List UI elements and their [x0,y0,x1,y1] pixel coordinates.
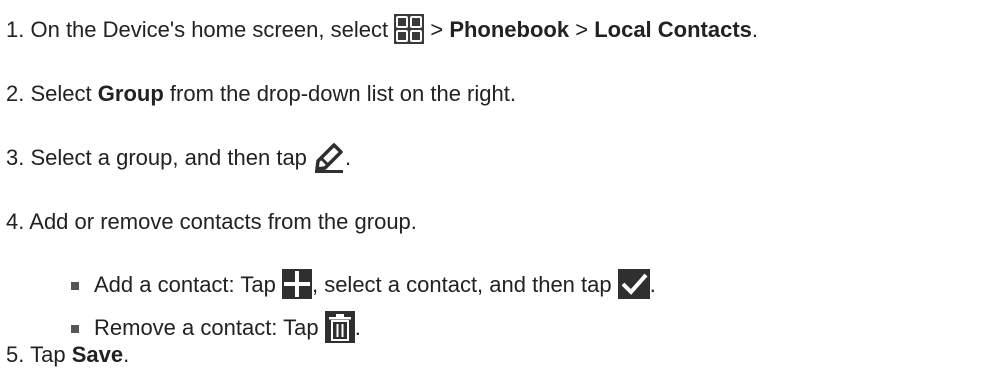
bullet-marker [71,282,79,290]
step-4: 4. Add or remove contacts from the group… [6,207,417,237]
bullet-marker [71,325,79,333]
step-text: Add or remove contacts from the group. [29,209,417,234]
period: . [354,315,361,340]
bullet-text: , select a contact, and then tap [311,272,612,297]
step-number: 4. [6,209,25,234]
edit-pencil-icon [313,141,346,174]
step-number: 3. [6,145,25,170]
period: . [123,342,130,367]
step-3: 3. Select a group, and then tap . [6,141,352,174]
step-text: Select a group, and then tap [30,145,307,170]
save-label: Save [71,342,124,367]
step-text: from the drop-down list on the right. [169,81,516,106]
step-5: 5. Tap Save. [6,340,129,370]
separator: > [430,17,444,42]
apps-grid-icon [394,14,425,45]
step-text: On the Device's home screen, select [30,17,389,42]
period: . [751,17,759,42]
menu-local-contacts: Local Contacts [594,17,752,42]
step-text: Tap [30,342,66,367]
bullet-remove-contact: Remove a contact: Tap . [71,311,361,344]
separator: > [575,17,589,42]
period: . [649,272,656,297]
bullet-text: Remove a contact: Tap [94,315,319,340]
check-icon [617,269,650,300]
bullet-text: Add a contact: Tap [94,272,276,297]
menu-phonebook: Phonebook [449,17,570,42]
trash-icon [324,311,355,344]
step-2: 2. Select Group from the drop-down list … [6,79,516,109]
step-number: 5. [6,342,25,367]
step-text: Select [30,81,92,106]
step-number: 2. [6,81,25,106]
step-number: 1. [6,17,25,42]
bullet-add-contact: Add a contact: Tap , select a contact, a… [71,269,656,300]
option-group: Group [97,81,164,106]
step-1: 1. On the Device's home screen, select >… [6,14,759,45]
period: . [345,145,352,170]
add-plus-icon [281,269,312,300]
